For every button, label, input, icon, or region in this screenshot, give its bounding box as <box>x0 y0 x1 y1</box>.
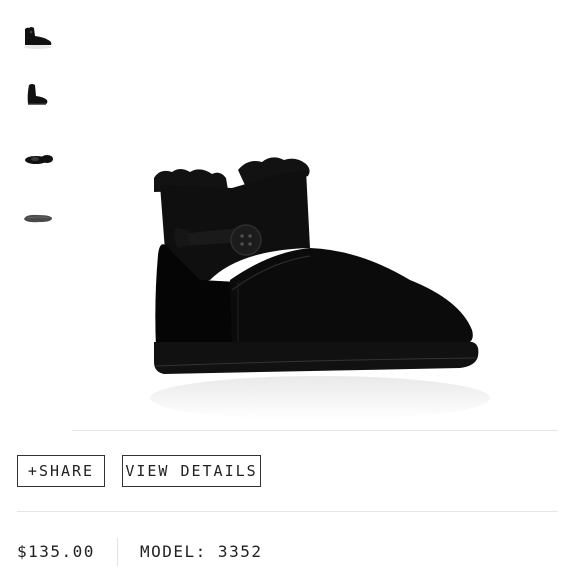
view-details-label: VIEW DETAILS <box>125 461 258 480</box>
boot-sole-thumbnail-icon <box>24 214 52 223</box>
share-label: SHARE <box>38 461 95 480</box>
main-product-image[interactable] <box>120 130 500 430</box>
view-details-button[interactable]: VIEW DETAILS <box>122 455 261 487</box>
share-button[interactable]: +SHARE <box>17 455 105 487</box>
thumbnail-boot-front[interactable] <box>16 78 60 114</box>
actions-divider <box>17 511 558 512</box>
product-price: $135.00 <box>17 542 95 561</box>
boot-side-thumbnail-icon <box>24 27 52 49</box>
boot-front-thumbnail-icon <box>27 84 48 105</box>
black-button-boot-icon <box>150 157 490 420</box>
product-model: MODEL: 3352 <box>140 542 263 561</box>
image-divider <box>72 430 558 431</box>
thumbnail-boot-top[interactable] <box>16 138 60 174</box>
thumbnail-boot-side[interactable] <box>16 20 60 56</box>
boot-top-thumbnail-icon <box>25 155 53 164</box>
price-separator <box>117 538 118 566</box>
thumbnail-boot-sole[interactable] <box>16 198 60 234</box>
plus-icon: + <box>27 461 39 480</box>
